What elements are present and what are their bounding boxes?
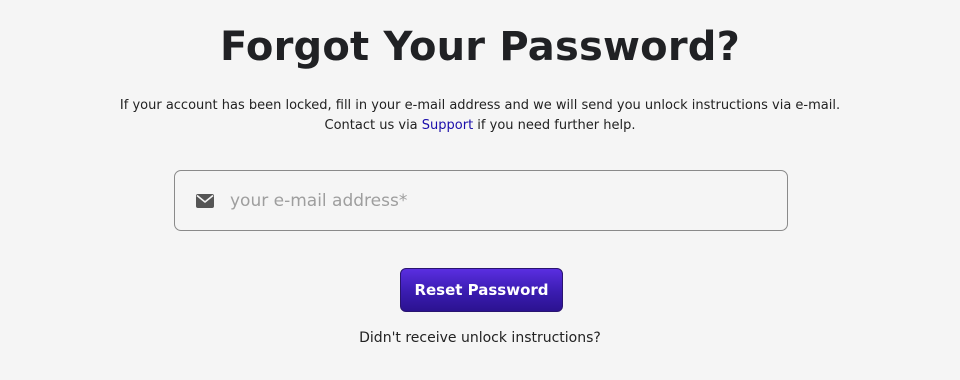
envelope-icon [196, 193, 214, 208]
support-link[interactable]: Support [422, 118, 473, 133]
instructions-text: If your account has been locked, fill in… [0, 96, 960, 136]
instructions-line-2-suffix: if you need further help. [473, 118, 636, 133]
forgot-password-page: Forgot Your Password? If your account ha… [0, 0, 960, 380]
instructions-line-2-prefix: Contact us via [324, 118, 422, 133]
unlock-instructions-link[interactable]: Didn't receive unlock instructions? [0, 328, 960, 348]
email-field-container[interactable] [174, 170, 788, 231]
email-field[interactable] [230, 180, 773, 221]
page-title: Forgot Your Password? [219, 24, 741, 70]
instructions-line-1: If your account has been locked, fill in… [119, 98, 841, 113]
reset-password-button[interactable]: Reset Password [400, 268, 563, 312]
